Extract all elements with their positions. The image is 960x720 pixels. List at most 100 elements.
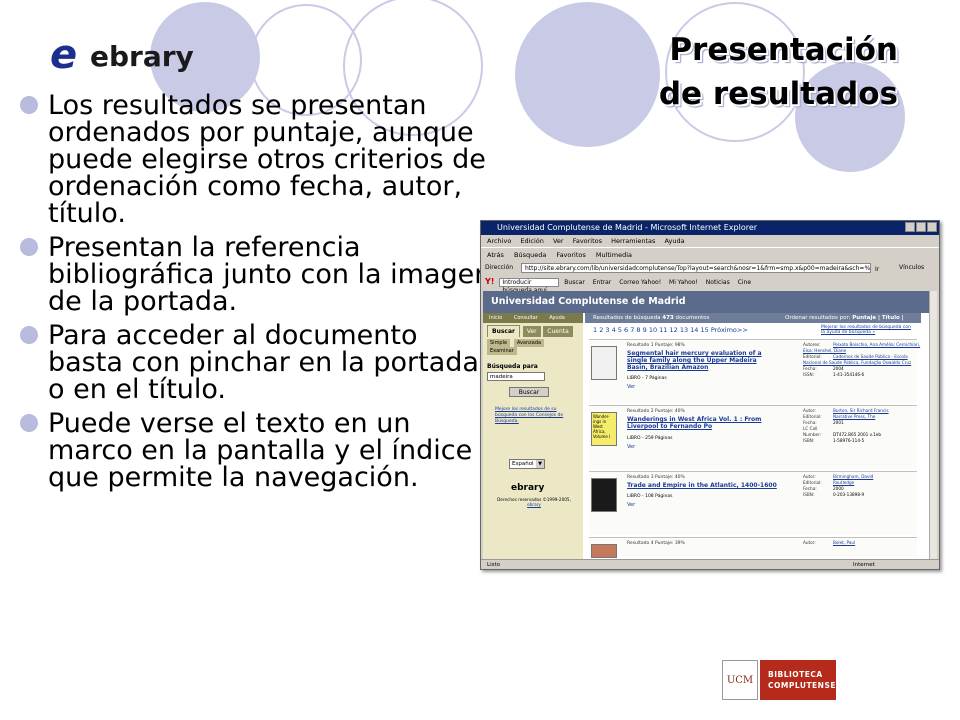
menu-edicion[interactable]: Edición	[520, 237, 544, 245]
yahoo-cine[interactable]: Cine	[738, 279, 751, 286]
minimize-icon[interactable]	[905, 222, 915, 232]
subtab-avanzada[interactable]: Avanzada	[513, 339, 545, 347]
results-count: 473	[662, 315, 674, 321]
result-info: Autor: Bolet, Paul	[803, 540, 856, 545]
menu-herramientas[interactable]: Herramientas	[611, 237, 655, 245]
biblioteca-line-1: BIBLIOTECA	[768, 670, 823, 679]
address-input[interactable]: http://site.ebrary.com/lib/universidadco…	[521, 263, 871, 273]
result-title[interactable]: Wanderings in West Africa Vol. 1 : From …	[627, 416, 777, 430]
bullet-dot-icon	[20, 414, 38, 432]
result-meta: Resultado 3 Puntaje: 40%	[627, 475, 685, 480]
results-bar: Resultados de búsqueda 473 documentos Or…	[585, 313, 921, 331]
subtab-simple[interactable]: Simple	[487, 339, 511, 347]
menu-archivo[interactable]: Archivo	[487, 237, 511, 245]
sidebar-tabs: Buscar Ver Cuenta	[483, 325, 583, 337]
maximize-icon[interactable]	[916, 222, 926, 232]
result-item: Resultado 3 Puntaje: 40% Trade and Empir…	[589, 471, 917, 535]
links-label[interactable]: Vínculos	[899, 261, 924, 275]
order-label: Ordenar resultados por:	[785, 315, 851, 321]
copyright-link[interactable]: ebrary	[491, 502, 577, 507]
yahoo-entrar[interactable]: Entrar	[593, 279, 612, 286]
result-view-link[interactable]: Ver	[627, 444, 635, 450]
search-submit-button[interactable]: Buscar	[509, 387, 549, 397]
address-label: Dirección	[485, 264, 514, 271]
address-bar: Dirección http://site.ebrary.com/lib/uni…	[481, 261, 939, 275]
browser-status-bar: Listo Internet	[481, 559, 939, 569]
tab-ver[interactable]: Ver	[522, 326, 541, 337]
improve-results-link[interactable]: Mejorar los resultados de búsqueda con l…	[821, 325, 911, 335]
top-tab-ayuda[interactable]: Ayuda	[549, 315, 564, 321]
sidebar-subtabs: Simple Avanzada Examinar	[487, 339, 579, 355]
language-value: Español	[512, 461, 534, 467]
pagination-links[interactable]: 1 2 3 4 5 6 7 8 9 10 11 12 13 14 15 Próx…	[593, 326, 748, 334]
bullet-dot-icon	[20, 238, 38, 256]
book-cover[interactable]	[591, 346, 617, 380]
slide-title: Presentación de resultados	[598, 28, 898, 116]
back-button[interactable]: Atrás	[487, 251, 504, 259]
menu-ver[interactable]: Ver	[553, 237, 564, 245]
yahoo-correo[interactable]: Correo Yahoo!	[619, 279, 661, 286]
result-title[interactable]: Segmental hair mercury evaluation of a s…	[627, 350, 777, 371]
results-panel: Resultados de búsqueda 473 documentos Or…	[585, 313, 921, 561]
result-pages: LIBRO - 259 Páginas	[627, 436, 673, 441]
search-tips-link[interactable]: Mejore los resultados de su búsqueda con…	[487, 407, 579, 425]
tab-cuenta[interactable]: Cuenta	[543, 326, 573, 337]
biblioteca-line-2: COMPLUTENSE	[768, 681, 836, 690]
ebrary-logo: e ebrary	[50, 30, 194, 80]
browser-toolbar: Atrás Búsqueda Favoritos Multimedia	[481, 247, 939, 261]
menu-favoritos[interactable]: Favoritos	[573, 237, 602, 245]
bullet-item: Puede verse el texto en un marco en la p…	[18, 410, 498, 491]
yahoo-logo[interactable]: Y!	[485, 277, 494, 286]
close-icon[interactable]	[927, 222, 937, 232]
bullet-item: Presentan la referencia bibliográfica ju…	[18, 234, 498, 315]
browser-menu-bar: Archivo Edición Ver Favoritos Herramient…	[481, 235, 939, 247]
yahoo-search-input[interactable]: Introducir búsqueda aquí	[499, 278, 560, 294]
favorites-button[interactable]: Favoritos	[556, 251, 585, 259]
bullet-dot-icon	[20, 326, 38, 344]
yahoo-noticias[interactable]: Noticias	[706, 279, 730, 286]
sidebar-ebrary-logo: ebrary	[511, 483, 545, 493]
result-view-link[interactable]: Ver	[627, 502, 635, 508]
book-cover[interactable]	[591, 478, 617, 512]
search-button[interactable]: Búsqueda	[514, 251, 546, 259]
multimedia-button[interactable]: Multimedia	[596, 251, 632, 259]
ebrary-logo-mark: e	[50, 32, 78, 78]
bullet-item: Para acceder al documento basta con pinc…	[18, 322, 498, 403]
yahoo-mi-yahoo[interactable]: Mi Yahoo!	[669, 279, 698, 286]
result-item: Wander-ings in West Africa, Volume I Res…	[589, 405, 917, 469]
search-sidebar: Inicio Consultar Ayuda Buscar Ver Cuenta…	[483, 313, 583, 561]
results-prefix: Resultados de búsqueda	[593, 315, 661, 321]
menu-ayuda[interactable]: Ayuda	[664, 237, 684, 245]
yahoo-search-button[interactable]: Buscar	[564, 279, 585, 286]
result-meta: Resultado 1 Puntaje: 98%	[627, 343, 685, 348]
language-select[interactable]: Español ▼	[509, 459, 545, 469]
result-title[interactable]: Trade and Empire in the Atlantic, 1400-1…	[627, 482, 777, 489]
result-item: Resultado 1 Puntaje: 98% Segmental hair …	[589, 339, 920, 403]
book-cover[interactable]: Wander-ings in West Africa, Volume I	[591, 412, 617, 446]
chevron-down-icon[interactable]: ▼	[536, 460, 544, 468]
window-controls	[904, 222, 937, 237]
bullet-list: Los resultados se presentan ordenados po…	[18, 92, 498, 498]
subtab-examinar[interactable]: Examinar	[487, 347, 517, 355]
biblioteca-complutense-logo: UCM BIBLIOTECA COMPLUTENSE	[722, 660, 836, 700]
security-zone: Internet	[853, 562, 875, 568]
bullet-item: Los resultados se presentan ordenados po…	[18, 92, 498, 227]
result-info: Autor: Burton, Sir Richard Francis Editor…	[803, 408, 889, 443]
result-view-link[interactable]: Ver	[627, 384, 635, 390]
result-meta: Resultado 2 Puntaje: 40%	[627, 409, 685, 414]
web-page: Universidad Complutense de Madrid Inicio…	[483, 291, 929, 561]
book-cover[interactable]	[591, 544, 617, 558]
browser-title-bar: Universidad Complutense de Madrid - Micr…	[481, 221, 939, 235]
search-input[interactable]: madeira	[487, 372, 545, 381]
slide-title-line-1: Presentación	[669, 32, 898, 68]
tab-buscar[interactable]: Buscar	[487, 325, 520, 337]
pagination: 1 2 3 4 5 6 7 8 9 10 11 12 13 14 15 Próx…	[585, 323, 921, 337]
copyright-text: Derechos reservados ©1999-2005, ebrary	[491, 497, 577, 507]
top-tab-inicio[interactable]: Inicio	[489, 315, 502, 321]
result-info: Autor: Birmingham, David Editorial: Routle…	[803, 474, 874, 497]
search-label: Búsqueda para	[487, 363, 538, 370]
top-tab-consultar[interactable]: Consultar	[514, 315, 538, 321]
browser-window-title: Universidad Complutense de Madrid - Micr…	[497, 223, 758, 232]
bullet-dot-icon	[20, 96, 38, 114]
vertical-scrollbar[interactable]	[929, 291, 937, 559]
